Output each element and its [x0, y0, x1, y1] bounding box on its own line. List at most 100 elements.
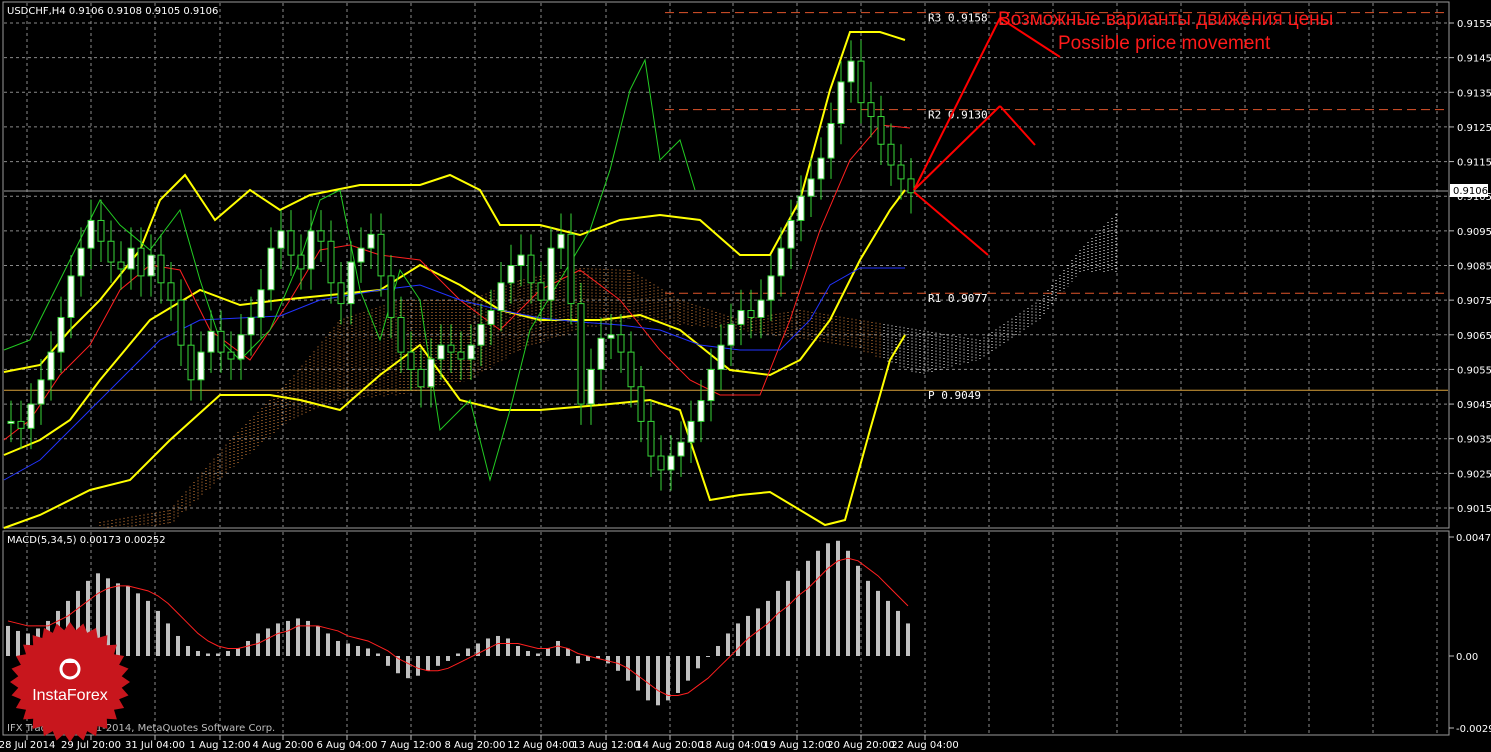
- macd-bar: [696, 656, 700, 669]
- candle-body: [187, 344, 195, 381]
- macd-bar: [496, 635, 500, 656]
- x-tick-label: 28 Jul 2014: [0, 740, 55, 751]
- macd-bar: [246, 640, 250, 656]
- candle-body: [267, 247, 275, 291]
- candle-body: [617, 334, 625, 353]
- candle-body: [377, 233, 385, 277]
- candle-body: [397, 316, 405, 353]
- macd-bar: [176, 635, 180, 656]
- y-tick-label: 0.9045: [1457, 400, 1491, 411]
- macd-bar: [386, 656, 390, 666]
- macd-bar: [216, 653, 220, 656]
- candle-body: [517, 254, 525, 267]
- candle-body: [707, 368, 715, 402]
- candle-body: [467, 344, 475, 360]
- candle-body: [857, 60, 865, 104]
- annotation-ru: Возможные варианты движения цены: [998, 9, 1333, 30]
- macd-bar: [796, 570, 800, 656]
- candle-body: [37, 379, 45, 405]
- svg-text:InstaForex: InstaForex: [32, 687, 108, 704]
- x-tick-label: 7 Aug 12:00: [380, 740, 441, 751]
- candle-body: [237, 334, 245, 360]
- pivot-label-R1: R1 0.9077: [928, 292, 988, 305]
- candle-body: [167, 282, 175, 301]
- macd-bar: [426, 656, 430, 671]
- macd-bar: [816, 550, 820, 656]
- macd-bar: [466, 648, 470, 656]
- macd-bar: [856, 565, 860, 656]
- candle-body: [727, 323, 735, 346]
- x-tick-label: 6 Aug 04:00: [316, 740, 377, 751]
- macd-bar: [326, 633, 330, 656]
- macd-bar: [276, 623, 280, 656]
- macd-bar: [826, 543, 830, 656]
- macd-bar: [136, 593, 140, 656]
- macd-bar: [726, 633, 730, 656]
- candle-body: [697, 400, 705, 422]
- candle-body: [327, 240, 335, 284]
- candle-body: [277, 230, 285, 249]
- macd-bar: [416, 656, 420, 676]
- candle-body: [77, 247, 85, 277]
- candle-body: [367, 233, 375, 249]
- macd-bar: [766, 600, 770, 656]
- macd-bar: [206, 653, 210, 656]
- candle-body: [147, 254, 155, 277]
- macd-bar: [186, 645, 190, 656]
- macd-bar: [226, 650, 230, 656]
- macd-bar: [266, 628, 270, 656]
- macd-bar: [446, 656, 450, 661]
- macd-bar: [336, 640, 340, 656]
- candle-body: [387, 275, 395, 318]
- candle-body: [797, 195, 805, 221]
- x-tick-label: 4 Aug 20:00: [252, 740, 313, 751]
- macd-bar: [676, 656, 680, 693]
- candle-body: [587, 368, 595, 405]
- candle-body: [757, 299, 765, 318]
- candle-body: [567, 233, 575, 305]
- candle-body: [907, 178, 915, 194]
- candle-body: [227, 351, 235, 360]
- macd-bar: [6, 625, 10, 656]
- macd-bar: [706, 656, 710, 657]
- candle-body: [477, 323, 485, 346]
- candle-body: [317, 230, 325, 242]
- macd-bar: [286, 620, 290, 656]
- candle-body: [887, 143, 895, 166]
- candle-body: [607, 334, 615, 339]
- y-tick-label: 0.9125: [1457, 123, 1491, 134]
- candle-body: [557, 233, 565, 249]
- y-tick-label: 0.9035: [1457, 435, 1491, 446]
- chart-canvas[interactable]: R3 0.9158 R2 0.9130 R1 0.9077 P 0.9049 0.91…: [0, 0, 1491, 752]
- x-tick-label: 20 Aug 20:00: [827, 740, 894, 751]
- macd-bar: [886, 600, 890, 656]
- candle-body: [417, 368, 425, 388]
- candle-body: [527, 254, 535, 284]
- macd-bar: [236, 648, 240, 656]
- y-tick-label: 0.9025: [1457, 469, 1491, 480]
- candle-body: [247, 316, 255, 336]
- macd-bar: [636, 656, 640, 691]
- candle-body: [127, 247, 135, 270]
- y-tick-label: 0.9055: [1457, 365, 1491, 376]
- candle-body: [827, 122, 835, 159]
- macd-bar: [536, 653, 540, 656]
- x-tick-label: 18 Aug 04:00: [699, 740, 766, 751]
- candle-body: [257, 289, 265, 318]
- macd-bar: [436, 656, 440, 666]
- candle-body: [547, 247, 555, 301]
- macd-bar: [666, 656, 670, 701]
- candle-body: [627, 351, 635, 388]
- candle-body: [57, 316, 65, 353]
- x-tick-label: 22 Aug 04:00: [891, 740, 958, 751]
- candle-body: [717, 344, 725, 370]
- macd-bar: [196, 650, 200, 656]
- candle-body: [897, 164, 905, 180]
- candle-body: [837, 81, 845, 124]
- macd-bar: [736, 623, 740, 656]
- candle-body: [597, 337, 605, 370]
- macd-bar: [836, 540, 840, 656]
- macd-bar: [516, 645, 520, 656]
- macd-bar: [716, 645, 720, 656]
- candle-body: [847, 60, 855, 83]
